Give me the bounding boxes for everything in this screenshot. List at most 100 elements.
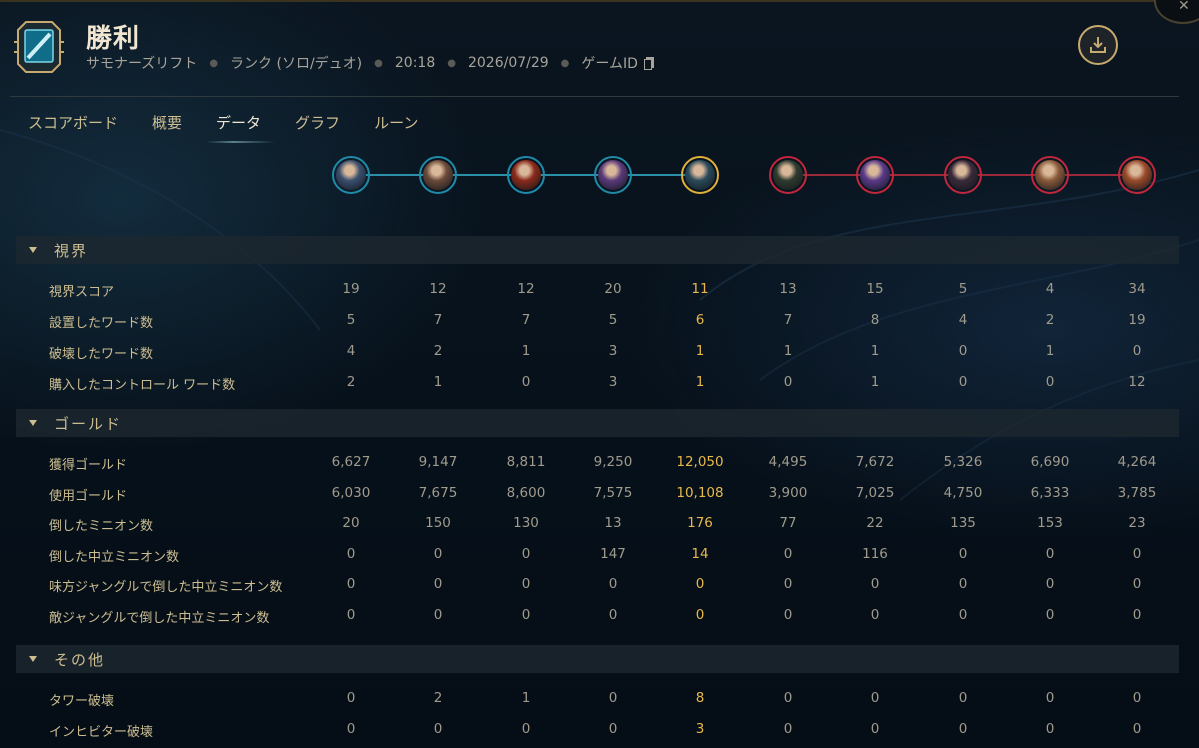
stat-value: 1 (870, 343, 880, 359)
stat-value: 4,495 (768, 454, 808, 470)
stat-value: 0 (608, 721, 618, 737)
stat-value: 1 (521, 343, 531, 359)
section-header[interactable]: ゴールド (16, 409, 1179, 437)
stat-value: 3 (608, 374, 618, 390)
stat-row: 敵ジャングルで倒した中立ミニオン数 0 0 0 0 0 0 0 0 0 0 (0, 604, 1199, 628)
champion-portrait[interactable] (1031, 156, 1069, 194)
stat-row: 破壊したワード数 4 2 1 3 1 1 1 0 1 0 (0, 340, 1199, 364)
separator-dot: ● (447, 57, 456, 69)
section-header[interactable]: その他 (16, 645, 1179, 673)
stat-value: 3,900 (768, 484, 808, 501)
stat-value: 0 (346, 721, 356, 737)
stat-value: 0 (433, 607, 443, 623)
tab-0[interactable]: スコアボード (28, 112, 118, 143)
tab-1[interactable]: 概要 (152, 112, 182, 143)
stat-value: 0 (608, 690, 618, 706)
stat-value: 14 (691, 545, 709, 562)
stat-value: 0 (783, 690, 793, 706)
copy-icon[interactable] (643, 56, 655, 70)
champion-face (511, 160, 541, 190)
stat-value: 3 (695, 721, 705, 737)
stat-value: 0 (870, 607, 880, 623)
map-name: サモナーズリフト (86, 56, 198, 72)
section-title: その他 (54, 650, 106, 669)
stat-value: 0 (1132, 343, 1142, 359)
stat-value: 1 (870, 374, 880, 390)
stat-value: 6,030 (331, 484, 371, 501)
stat-row: 購入したコントロール ワード数 2 1 0 3 1 0 1 0 0 12 (0, 371, 1199, 395)
caret-down-icon (29, 656, 37, 662)
stat-value: 22 (866, 515, 884, 532)
stat-value: 12 (517, 281, 535, 297)
champion-face (948, 160, 978, 190)
champion-portrait[interactable] (594, 156, 632, 194)
champion-portrait[interactable] (332, 156, 370, 194)
stat-value: 0 (870, 690, 880, 706)
stat-value: 0 (608, 607, 618, 623)
stat-value: 13 (604, 515, 622, 532)
champion-face (1122, 160, 1152, 190)
stat-value: 8 (870, 312, 880, 328)
match-meta: サモナーズリフト ● ランク (ソロ/デュオ) ● 20:18 ● 2026/0… (86, 53, 655, 73)
stat-label: 使用ゴールド (49, 488, 128, 504)
champion-portrait[interactable] (419, 156, 457, 194)
match-date: 2026/07/29 (467, 55, 549, 71)
champion-face (773, 160, 803, 190)
champion-portrait[interactable] (507, 156, 545, 194)
stat-value: 4 (1045, 281, 1055, 297)
tab-4[interactable]: ルーン (374, 112, 418, 143)
stat-value: 1 (783, 343, 793, 359)
stat-row: 倒した中立ミニオン数 0 0 0 147 14 0 116 0 0 0 (0, 543, 1199, 567)
stat-label: 味方ジャングルで倒した中立ミニオン数 (49, 580, 283, 596)
stat-value: 0 (958, 343, 968, 359)
stat-value: 0 (783, 721, 793, 737)
stat-value: 12,050 (676, 454, 724, 470)
champion-portrait[interactable] (769, 156, 807, 194)
stat-value: 0 (1045, 576, 1055, 593)
stat-value: 0 (783, 607, 793, 623)
champion-row (0, 155, 1199, 195)
tab-2[interactable]: データ (206, 112, 276, 143)
stat-value: 0 (870, 576, 880, 593)
section-title: ゴールド (54, 414, 123, 433)
champion-portrait[interactable] (681, 156, 719, 194)
stat-label: 破壊したワード数 (49, 347, 154, 362)
tab-3[interactable]: グラフ (295, 112, 340, 143)
stat-row: インヒビター破壊 0 0 0 0 3 0 0 0 0 0 (0, 718, 1199, 742)
close-button[interactable]: ✕ (1154, 0, 1199, 24)
stat-value: 5 (608, 312, 618, 328)
separator-dot: ● (209, 57, 219, 69)
stat-value: 8,600 (506, 484, 546, 501)
stat-value: 20 (342, 515, 360, 532)
stat-label: 倒した中立ミニオン数 (49, 549, 180, 565)
stat-value: 77 (779, 515, 797, 532)
stat-label: 敵ジャングルで倒した中立ミニオン数 (49, 611, 270, 626)
stat-row: 倒したミニオン数 20 150 130 13 176 77 22 135 153 23 (0, 512, 1199, 536)
stat-value: 4 (958, 312, 968, 328)
stat-value: 0 (521, 576, 531, 593)
stat-value: 0 (783, 374, 793, 390)
stat-value: 15 (866, 281, 884, 297)
champion-portrait[interactable] (856, 156, 894, 194)
stat-value: 0 (958, 607, 968, 623)
stat-value: 0 (521, 545, 531, 562)
stat-value: 0 (783, 576, 793, 593)
stat-label: 設置したワード数 (49, 316, 154, 331)
stat-value: 2 (433, 343, 443, 359)
stat-value: 0 (958, 374, 968, 390)
stat-value: 150 (425, 515, 451, 532)
champion-portrait[interactable] (944, 156, 982, 194)
download-button[interactable] (1078, 25, 1118, 65)
stat-value: 0 (521, 374, 531, 390)
section-header[interactable]: 視界 (16, 236, 1179, 264)
stat-row: タワー破壊 0 2 1 0 8 0 0 0 0 0 (0, 687, 1199, 711)
stat-value: 0 (1045, 690, 1055, 706)
stat-value: 12 (429, 281, 447, 297)
download-icon (1090, 37, 1106, 53)
stat-value: 7 (433, 312, 443, 328)
stat-value: 7,675 (418, 484, 458, 501)
champion-portrait[interactable] (1118, 156, 1156, 194)
tab-bar: スコアボード 概要 データ グラフ ルーン (28, 112, 452, 143)
stat-value: 19 (342, 281, 360, 297)
stat-value: 8 (695, 690, 705, 706)
